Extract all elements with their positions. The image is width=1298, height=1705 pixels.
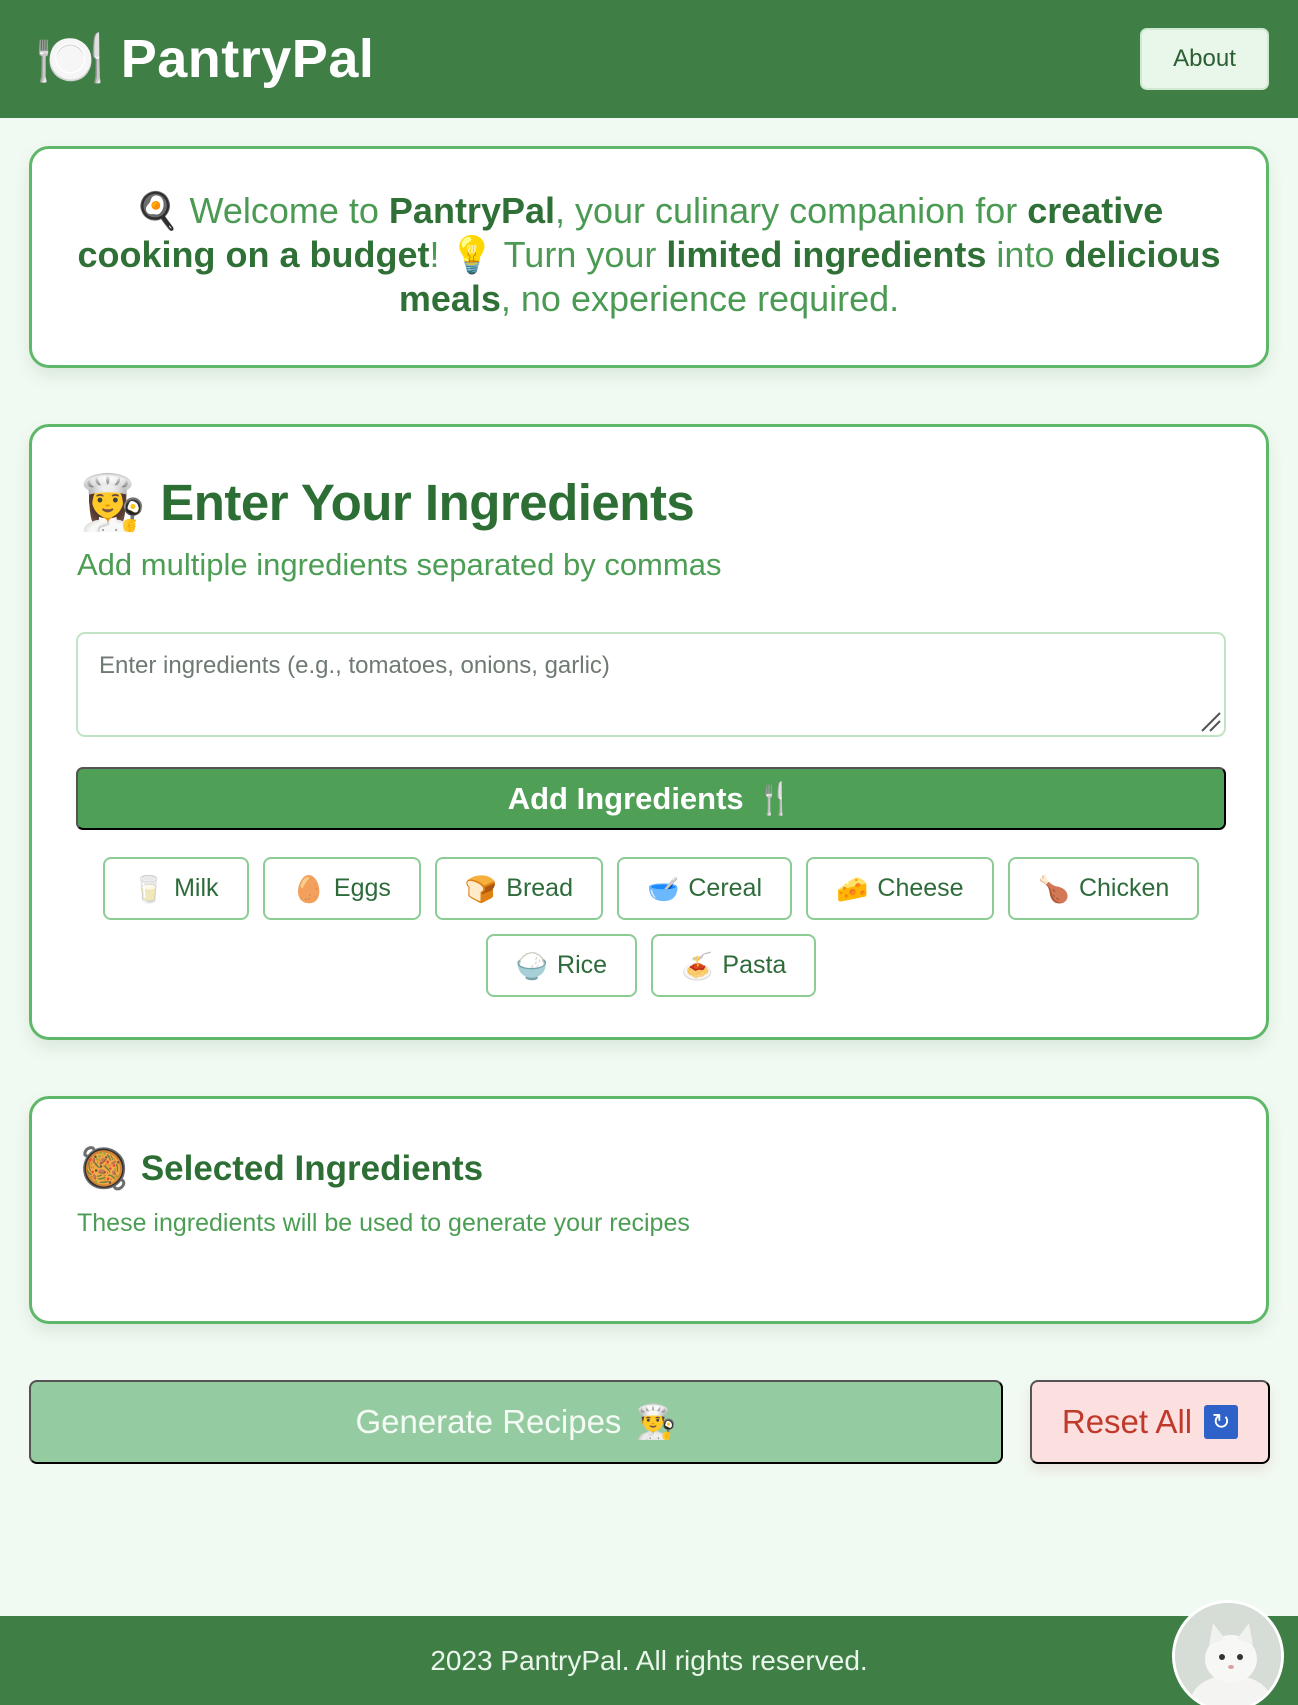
cheese-icon: 🧀	[836, 873, 869, 904]
footer-text: 2023 PantryPal. All rights reserved.	[430, 1644, 868, 1676]
page: 🍽️ PantryPal About 🍳 Welcome to PantryPa…	[0, 0, 1298, 1705]
welcome-text-part: Turn your	[494, 234, 667, 275]
cat-avatar-image	[1175, 1603, 1281, 1705]
add-ingredients-button[interactable]: Add Ingredients 🍴	[76, 767, 1226, 830]
drumstick-icon: 🍗	[1037, 873, 1070, 904]
egg-icon: 🥚	[292, 873, 325, 904]
ingredients-card: 👩‍🍳 Enter Your Ingredients Add multiple …	[29, 424, 1269, 1040]
selected-ingredients-card: 🥘 Selected Ingredients These ingredients…	[29, 1096, 1269, 1324]
welcome-brand: PantryPal	[388, 190, 555, 231]
cat-avatar[interactable]	[1172, 1600, 1284, 1705]
welcome-text: 🍳 Welcome to PantryPal, your culinary co…	[72, 189, 1226, 321]
resize-grip-icon[interactable]	[1198, 709, 1222, 733]
welcome-text-part: !	[429, 234, 450, 275]
welcome-text-part: Welcome to	[189, 190, 389, 231]
welcome-text-part: into	[986, 234, 1065, 275]
ingredients-input[interactable]	[76, 632, 1226, 737]
chip-rice[interactable]: 🍚 Rice	[485, 934, 638, 997]
generate-label: Generate Recipes	[355, 1403, 622, 1440]
ingredients-heading: 👩‍🍳 Enter Your Ingredients	[79, 472, 695, 533]
chef-icon: 👩‍🍳	[79, 472, 147, 533]
welcome-text-part: , no experience required.	[500, 278, 900, 319]
chip-bread[interactable]: 🍞 Bread	[434, 857, 603, 920]
reset-all-button[interactable]: Reset All ↻	[1030, 1380, 1270, 1464]
quick-ingredient-chips: 🥛 Milk 🥚 Eggs 🍞 Bread 🥣 Cereal 🧀 Cheese …	[76, 857, 1226, 997]
chip-milk[interactable]: 🥛 Milk	[102, 857, 249, 920]
chip-label: Cheese	[877, 874, 964, 902]
chip-label: Chicken	[1078, 874, 1170, 902]
bread-icon: 🍞	[464, 873, 498, 904]
brand[interactable]: 🍽️ PantryPal	[35, 28, 374, 90]
paella-pan-icon: 🥘	[79, 1147, 129, 1191]
welcome-card: 🍳 Welcome to PantryPal, your culinary co…	[29, 146, 1269, 368]
about-button[interactable]: About	[1140, 28, 1269, 90]
brand-name: PantryPal	[120, 29, 375, 89]
frying-pan-icon: 🍳	[134, 190, 180, 231]
chef-icon: 👨‍🍳	[635, 1402, 677, 1440]
welcome-highlight: limited ingredients	[666, 234, 987, 275]
selected-title: Selected Ingredients	[140, 1149, 484, 1188]
chip-label: Pasta	[722, 951, 787, 979]
footer: 2023 PantryPal. All rights reserved.	[0, 1616, 1298, 1705]
generate-recipes-button[interactable]: Generate Recipes 👨‍🍳	[29, 1380, 1003, 1464]
plate-cutlery-icon: 🍽️	[35, 27, 105, 90]
add-ingredients-label: Add Ingredients	[507, 780, 744, 816]
selected-subtitle: These ingredients will be used to genera…	[77, 1209, 690, 1237]
chip-chicken[interactable]: 🍗 Chicken	[1007, 857, 1200, 920]
top-nav: 🍽️ PantryPal About	[0, 0, 1298, 118]
ingredients-subtitle: Add multiple ingredients separated by co…	[77, 547, 722, 582]
lightbulb-icon: 💡	[449, 234, 495, 275]
reset-label: Reset All	[1061, 1403, 1193, 1440]
ingredients-title: Enter Your Ingredients	[160, 474, 695, 531]
chip-pasta[interactable]: 🍝 Pasta	[651, 934, 817, 997]
chip-label: Bread	[506, 874, 573, 902]
chip-cheese[interactable]: 🧀 Cheese	[806, 857, 994, 920]
chip-label: Cereal	[688, 874, 763, 902]
refresh-icon: ↻	[1204, 1405, 1239, 1439]
selected-heading: 🥘 Selected Ingredients	[79, 1149, 483, 1189]
fork-knife-icon: 🍴	[755, 781, 795, 816]
chip-eggs[interactable]: 🥚 Eggs	[262, 857, 421, 920]
chip-cereal[interactable]: 🥣 Cereal	[616, 857, 793, 920]
chip-label: Milk	[174, 874, 219, 902]
chip-label: Eggs	[333, 874, 391, 902]
chip-label: Rice	[557, 951, 608, 979]
milk-icon: 🥛	[132, 873, 166, 904]
welcome-text-part: , your culinary companion for	[555, 190, 1028, 231]
pasta-icon: 🍝	[681, 950, 714, 981]
rice-icon: 🍚	[515, 950, 549, 981]
cereal-bowl-icon: 🥣	[646, 873, 680, 904]
